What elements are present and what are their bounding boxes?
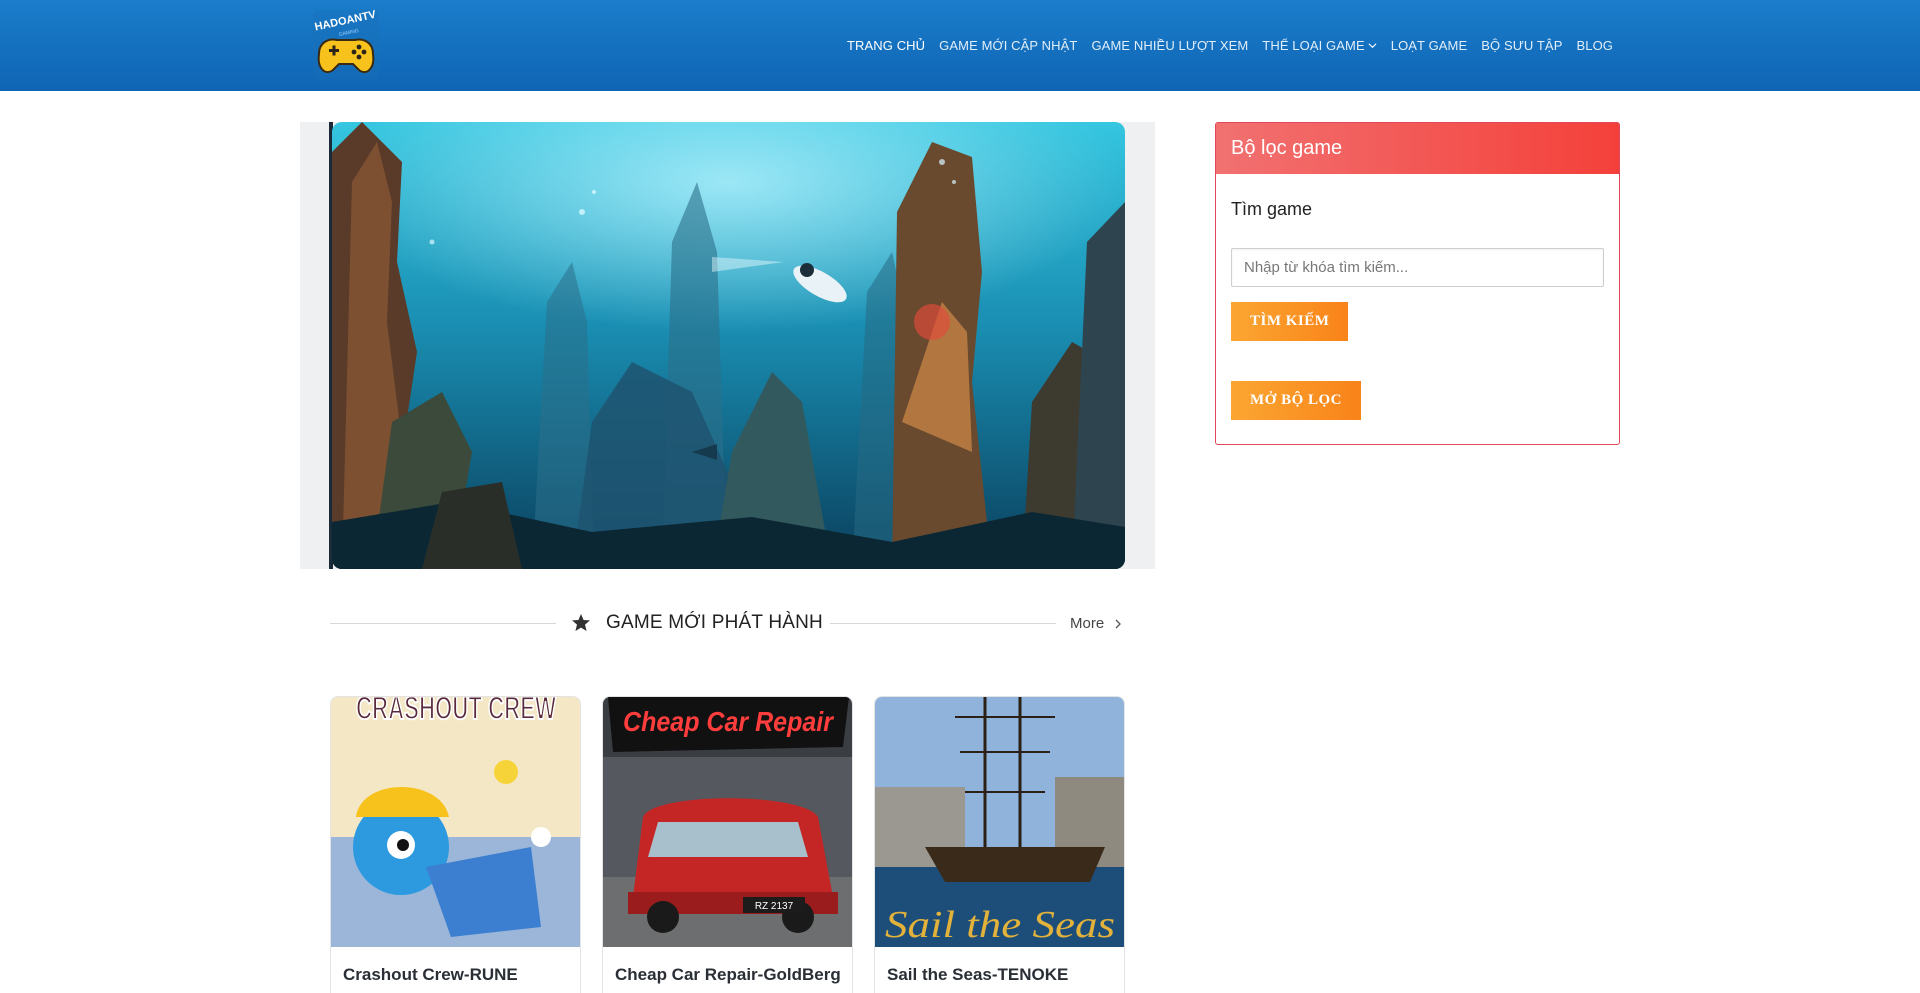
slider-dot[interactable] [966,661,978,673]
nav-label: TRANG CHỦ [846,38,926,53]
slider-dot[interactable] [1098,661,1110,673]
slider-dot[interactable] [1076,661,1088,673]
game-card[interactable]: Sail the Seas Sail the Seas-TENOKE [874,696,1125,993]
game-filter-panel: Bộ lọc game Tìm game TÌM KIẾM MỞ BỘ LỌC [1215,122,1620,445]
nav-item-genres[interactable]: THỂ LOẠI GAME [1255,38,1383,53]
more-label: More [1070,615,1105,632]
nav-label: BỘ SƯU TẬP [1481,38,1563,53]
game-thumbnail[interactable]: CRASHOUT CREW [331,697,580,947]
game-thumbnail[interactable]: Cheap Car Repair RZ 2137 [603,697,852,947]
sail-the-seas-cover-image: Sail the Seas [875,697,1124,947]
section-header: GAME MỚI PHÁT HÀNH More [330,605,1125,641]
nav-label: GAME NHIỀU LƯỢT XEM [1091,38,1249,53]
divider [330,623,556,624]
license-plate: RZ 2137 [755,901,794,912]
divider [830,623,1056,624]
slider-pagination [922,661,1132,673]
game-card[interactable]: Cheap Car Repair RZ 2137 Cheap Car Repai… [602,696,853,993]
slider-dot[interactable] [1010,661,1022,673]
nav-item-series[interactable]: LOẠT GAME [1384,38,1475,53]
open-filter-button[interactable]: MỞ BỘ LỌC [1231,381,1362,420]
site-logo[interactable]: HADOANTV GAMING [309,6,383,82]
game-title[interactable]: Sail the Seas-TENOKE [875,947,1124,985]
nav-label: LOẠT GAME [1390,38,1468,53]
cover-art-text: Sail the Seas [885,904,1115,946]
search-input[interactable] [1231,248,1604,287]
nav-item-most-viewed[interactable]: GAME NHIỀU LƯỢT XEM [1084,38,1255,53]
cover-art-text: Cheap Car Repair [623,706,835,737]
nav-label: THỂ LOẠI GAME [1262,38,1365,53]
cheap-car-repair-cover-image: Cheap Car Repair RZ 2137 [603,697,852,947]
slider-dot[interactable] [944,661,956,673]
chevron-right-icon [1115,619,1122,628]
game-title[interactable]: Crashout Crew-RUNE [331,947,580,985]
nav-item-collections[interactable]: BỘ SƯU TẬP [1474,38,1569,53]
site-header: HADOANTV GAMING TRANG CHỦ GAME MỚI CẬP N… [0,0,1920,91]
slider-dot[interactable] [1032,661,1044,673]
nav-label: GAME MỚI CẬP NHẬT [939,38,1078,53]
section-title: GAME MỚI PHÁT HÀNH [606,612,823,633]
nav-item-new-updates[interactable]: GAME MỚI CẬP NHẬT [932,38,1084,53]
hero-slide[interactable] [332,122,1125,569]
main-nav: TRANG CHỦ GAME MỚI CẬP NHẬT GAME NHIỀU L… [840,0,1620,91]
filter-header: Bộ lọc game [1216,123,1619,174]
game-title[interactable]: Cheap Car Repair-GoldBerg [603,947,852,985]
slider-dot[interactable] [1054,661,1066,673]
gamepad-logo-icon: HADOANTV GAMING [313,9,379,80]
game-card[interactable]: CRASHOUT CREW Crashout Crew-RUNE [330,696,581,993]
nav-label: BLOG [1576,38,1613,53]
star-icon [572,614,590,631]
game-grid: CRASHOUT CREW Crashout Crew-RUNE Cheap C… [330,696,1125,993]
slider-dot[interactable] [988,661,1000,673]
crashout-crew-cover-image: CRASHOUT CREW [331,697,580,947]
underwater-scene-image [332,122,1125,569]
chevron-down-icon [1368,43,1377,49]
slider-dot[interactable] [1120,661,1132,673]
nav-item-blog[interactable]: BLOG [1569,38,1620,53]
search-button[interactable]: TÌM KIẾM [1231,302,1349,341]
nav-item-home[interactable]: TRANG CHỦ [840,38,932,53]
search-label: Tìm game [1231,199,1313,219]
more-link[interactable]: More [1070,615,1122,632]
hero-slider[interactable] [300,122,1155,673]
cover-art-text: CRASHOUT CREW [356,697,557,726]
slider-dot[interactable] [922,661,934,673]
game-thumbnail[interactable]: Sail the Seas [875,697,1124,947]
